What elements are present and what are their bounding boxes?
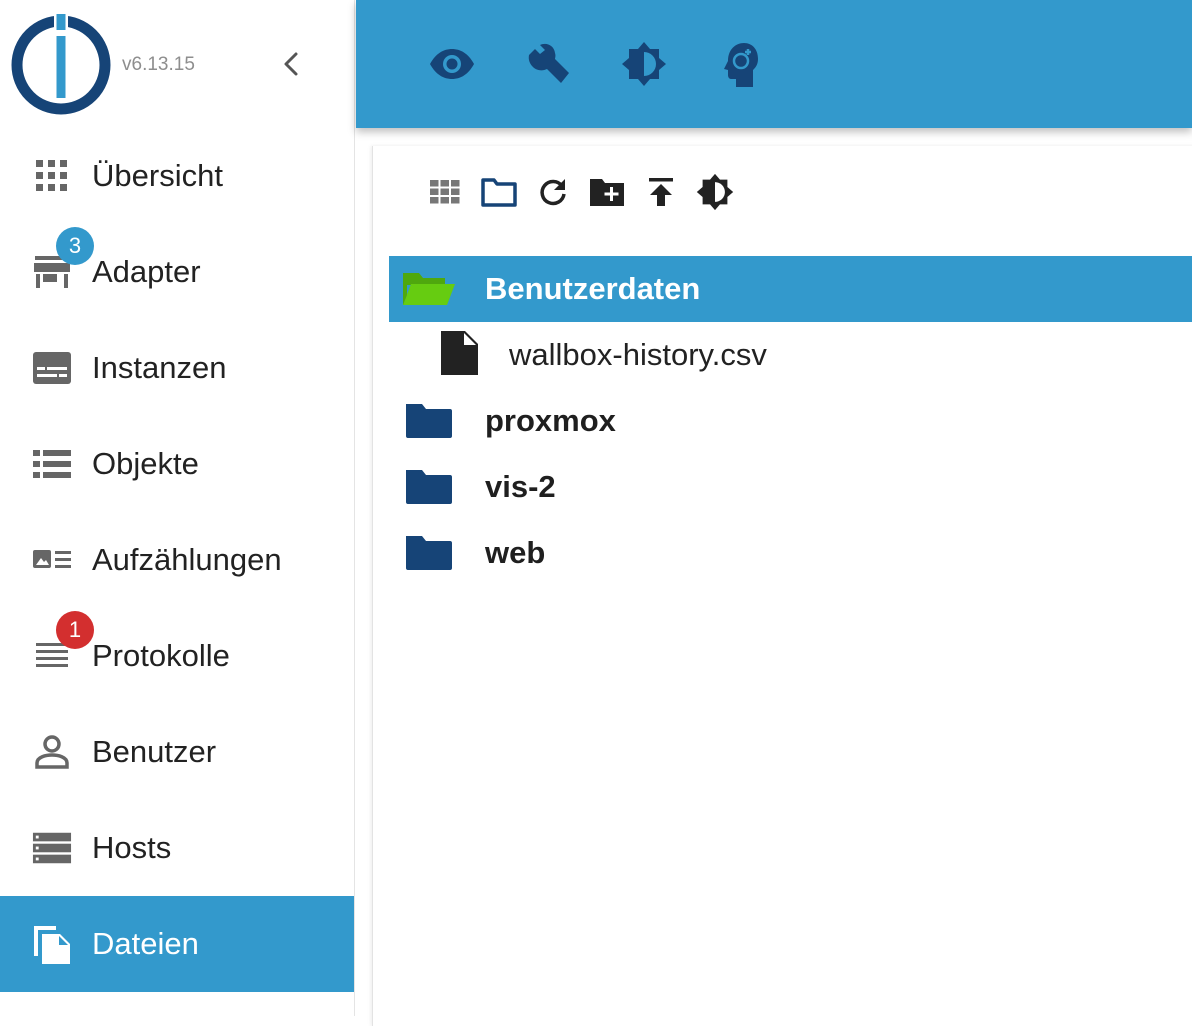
sidebar-item-label: Instanzen	[92, 350, 227, 385]
file-icon	[429, 331, 489, 375]
list-icon	[32, 444, 72, 484]
log-error-badge: 1	[56, 611, 94, 649]
sidebar-item-adapter[interactable]: Adapter	[0, 224, 354, 320]
tree-item-folder[interactable]: Benutzerdaten	[389, 256, 1192, 322]
create-folder-icon	[590, 179, 624, 206]
tree-item-label: web	[485, 535, 546, 570]
sidebar: v6.13.15 Übersicht Adapter Instanzen Obj…	[0, 0, 355, 1016]
expert-mode-icon	[724, 43, 758, 87]
tree-item-label: Benutzerdaten	[485, 271, 701, 306]
upload-button[interactable]	[641, 172, 681, 212]
wrench-icon	[528, 43, 569, 83]
server-icon	[32, 828, 72, 868]
brightness-icon	[696, 173, 734, 211]
file-browser: Benutzerdaten wallbox-history.csv proxmo…	[372, 146, 1192, 1026]
sidebar-item-label: Adapter	[92, 254, 201, 289]
file-tree: Benutzerdaten wallbox-history.csv proxmo…	[389, 256, 1192, 586]
person-icon	[32, 732, 72, 772]
sidebar-nav: Übersicht Adapter Instanzen Objekte Aufz…	[0, 128, 354, 992]
sidebar-item-dateien[interactable]: Dateien	[0, 896, 354, 992]
iobroker-logo-icon[interactable]	[10, 14, 112, 116]
sidebar-item-label: Benutzer	[92, 734, 217, 769]
adapter-update-badge: 3	[56, 227, 94, 265]
sidebar-item-label: Objekte	[92, 446, 199, 481]
folder-open-icon	[399, 268, 459, 310]
version-label: v6.13.15	[122, 54, 195, 75]
theme-toggle-button[interactable]	[618, 38, 670, 90]
upload-icon	[649, 178, 673, 206]
enum-list-icon	[32, 540, 72, 580]
brightness-icon	[622, 42, 666, 86]
sidebar-item-benutzer[interactable]: Benutzer	[0, 704, 354, 800]
sidebar-item-label: Protokolle	[92, 638, 230, 673]
settings-button[interactable]	[522, 38, 574, 90]
create-folder-button[interactable]	[587, 172, 627, 212]
tile-view-button[interactable]	[425, 172, 465, 212]
refresh-icon	[540, 179, 566, 206]
sidebar-item-protokolle[interactable]: Protokolle	[0, 608, 354, 704]
folder-outline-icon	[481, 178, 517, 207]
apps-grid-icon	[32, 156, 72, 196]
sidebar-item-label: Hosts	[92, 830, 172, 865]
tree-item-label: wallbox-history.csv	[509, 337, 767, 372]
tree-item-folder[interactable]: vis-2	[389, 454, 1192, 520]
folder-icon	[399, 532, 459, 574]
refresh-button[interactable]	[533, 172, 573, 212]
chevron-left-icon	[284, 52, 298, 76]
sidebar-item-hosts[interactable]: Hosts	[0, 800, 354, 896]
collapse-sidebar-button[interactable]	[274, 46, 308, 82]
folder-icon	[399, 466, 459, 508]
sidebar-item-uebersicht[interactable]: Übersicht	[0, 128, 354, 224]
sidebar-item-instanzen[interactable]: Instanzen	[0, 320, 354, 416]
tree-item-label: vis-2	[485, 469, 556, 504]
sidebar-item-objekte[interactable]: Objekte	[0, 416, 354, 512]
sidebar-item-label: Dateien	[92, 926, 199, 961]
folder-view-button[interactable]	[479, 172, 519, 212]
tree-item-label: proxmox	[485, 403, 616, 438]
expert-mode-button[interactable]	[714, 38, 766, 90]
top-toolbar	[356, 0, 1192, 128]
eye-icon	[430, 49, 474, 79]
tile-view-icon	[430, 180, 460, 204]
tree-item-folder[interactable]: web	[389, 520, 1192, 586]
folder-icon	[399, 400, 459, 442]
view-button[interactable]	[426, 38, 478, 90]
sidebar-item-label: Übersicht	[92, 158, 223, 193]
sidebar-item-aufzaehlungen[interactable]: Aufzählungen	[0, 512, 354, 608]
tree-item-file[interactable]: wallbox-history.csv	[389, 322, 1192, 388]
files-icon	[32, 924, 72, 964]
tree-item-folder[interactable]: proxmox	[389, 388, 1192, 454]
file-browser-theme-button[interactable]	[695, 172, 735, 212]
instances-icon	[32, 348, 72, 388]
sidebar-item-label: Aufzählungen	[92, 542, 282, 577]
